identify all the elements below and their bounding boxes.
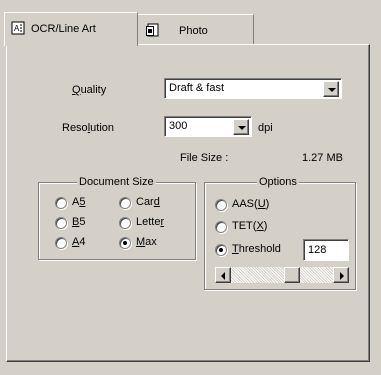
resolution-dropdown-button[interactable]	[233, 119, 249, 135]
radio-letter-label: Letter	[136, 216, 165, 228]
tab-ocr-line-art[interactable]: A OCR/Line Art	[4, 12, 138, 46]
radio-button[interactable]	[215, 244, 227, 256]
tab-label: OCR/Line Art	[31, 23, 96, 35]
quality-combobox[interactable]: Draft & fast	[164, 78, 342, 99]
radio-button[interactable]	[215, 199, 227, 211]
file-size-label: File Size :	[180, 152, 229, 164]
radio-b5-label: B5	[72, 216, 86, 228]
resolution-value: 300	[169, 120, 188, 132]
radio-button[interactable]	[119, 237, 131, 249]
radio-a4-label: A4	[72, 236, 86, 248]
file-size-value: 1.27 MB	[302, 152, 343, 164]
radio-aas-label: AAS(U)	[232, 198, 270, 210]
ocr-document-icon: A	[11, 21, 25, 35]
document-size-group: Document Size A5 Card B5 Letter A4 Max	[38, 176, 196, 260]
chevron-down-icon	[238, 126, 246, 130]
radio-card-label: Card	[136, 196, 160, 208]
options-title: Options	[257, 176, 299, 188]
resolution-combobox[interactable]: 300	[164, 116, 252, 137]
radio-button[interactable]	[119, 197, 131, 209]
document-size-title: Document Size	[77, 176, 156, 188]
scroll-left-button[interactable]	[215, 267, 231, 283]
photo-document-icon	[146, 23, 159, 37]
radio-button[interactable]	[215, 221, 227, 233]
radio-threshold-label: Threshold	[232, 243, 281, 255]
radio-a5-label: A5	[72, 196, 86, 208]
quality-dropdown-button[interactable]	[323, 81, 339, 97]
chevron-down-icon	[328, 88, 336, 92]
options-group: Options AAS(U) TET(X) Threshold 128	[204, 176, 356, 290]
tab-photo[interactable]: Photo	[136, 14, 254, 44]
arrow-right-icon	[340, 272, 344, 280]
radio-button[interactable]	[55, 197, 67, 209]
radio-tet-label: TET(X)	[232, 220, 268, 232]
radio-button[interactable]	[55, 217, 67, 229]
scroll-right-button[interactable]	[333, 267, 349, 283]
resolution-label: Resolution	[62, 122, 114, 134]
threshold-input[interactable]: 128	[303, 239, 349, 261]
radio-button[interactable]	[119, 217, 131, 229]
threshold-slider[interactable]	[215, 267, 349, 283]
slider-thumb[interactable]	[284, 267, 300, 283]
quality-value: Draft & fast	[169, 82, 225, 94]
radio-max-label: Max	[136, 236, 157, 248]
quality-label: Quality	[72, 84, 107, 96]
radio-button[interactable]	[55, 237, 67, 249]
tab-label: Photo	[179, 25, 208, 37]
arrow-left-icon	[221, 272, 225, 280]
threshold-value: 128	[308, 244, 327, 256]
resolution-unit: dpi	[258, 122, 273, 134]
svg-text:A: A	[14, 24, 20, 33]
